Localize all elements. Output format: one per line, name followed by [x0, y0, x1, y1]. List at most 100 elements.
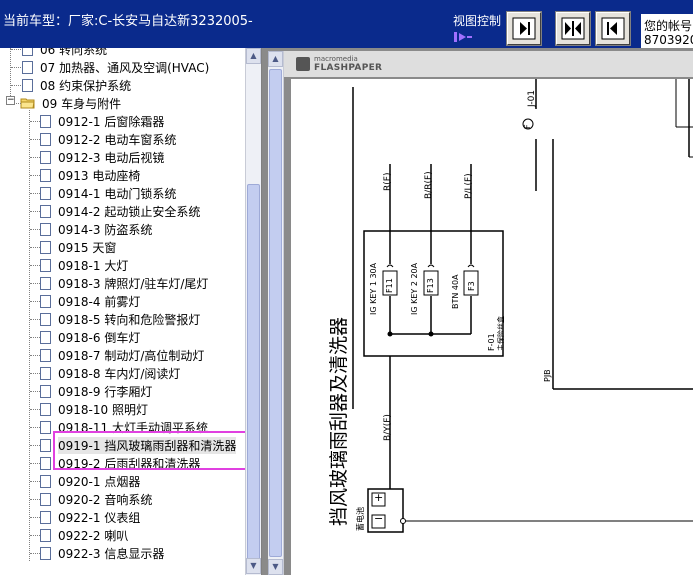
tree-item-label: 0918-10 照明灯	[58, 402, 148, 417]
tree-guide-line	[30, 553, 40, 554]
tree-guide-line	[30, 283, 40, 284]
wire-label-pl: P/L(F)	[464, 173, 474, 199]
split-arrows-icon	[561, 17, 585, 40]
document-icon	[40, 312, 51, 326]
tree-document-item[interactable]: 07 加热器、通风及空调(HVAC)	[22, 58, 209, 76]
tree-document-item[interactable]: 0918-8 车内灯/阅读灯	[40, 364, 180, 382]
tree-scrollbar[interactable]: ▲ ▼	[245, 48, 261, 575]
pjb-label: PJB	[543, 369, 552, 382]
tree-folder-item[interactable]: 09 车身与附件	[20, 94, 121, 112]
document-icon	[22, 78, 33, 92]
tree-item-label: 0912-1 后窗除霜器	[58, 114, 165, 129]
tree-item-label: 0918-3 牌照灯/驻车灯/尾灯	[58, 276, 209, 291]
connector-label: J-01	[527, 89, 537, 107]
view-control-icon	[454, 32, 472, 42]
view-right-button[interactable]	[506, 11, 542, 46]
tree-item-label: 08 约束保护系统	[40, 78, 132, 93]
scroll-down-arrow-icon[interactable]: ▼	[268, 559, 283, 575]
fuse-box-name: 主保险丝盒	[497, 316, 505, 351]
highlight-box	[53, 431, 252, 470]
tree-document-item[interactable]: 0920-1 点烟器	[40, 472, 140, 490]
tree-item-label: 07 加热器、通风及空调(HVAC)	[40, 60, 210, 75]
tree-document-item[interactable]: 0914-1 电动门锁系统	[40, 184, 176, 202]
tree-document-item[interactable]: 0918-4 前雾灯	[40, 292, 140, 310]
tree-guide-line	[30, 193, 40, 194]
arrow-left-bar-icon	[601, 17, 625, 40]
scroll-down-arrow-icon[interactable]: ▼	[246, 558, 261, 574]
tree-document-item[interactable]: 0914-3 防盗系统	[40, 220, 152, 238]
ground-circle-label: F	[523, 124, 532, 129]
tree-document-item[interactable]: 0920-2 音响系统	[40, 490, 152, 508]
tree-item-label: 0912-3 电动后视镜	[58, 150, 165, 165]
tree-document-item[interactable]: 0912-3 电动后视镜	[40, 148, 164, 166]
tree-document-item[interactable]: 0918-7 制动灯/高位制动灯	[40, 346, 204, 364]
tree-document-item[interactable]: 0918-9 行李厢灯	[40, 382, 152, 400]
document-icon	[40, 510, 51, 524]
tree-item-label: 0922-2 喇叭	[58, 528, 129, 543]
tree-document-item[interactable]: 0918-6 倒车灯	[40, 328, 140, 346]
tree-document-item[interactable]: 0922-3 信息显示器	[40, 544, 164, 562]
document-icon	[40, 456, 51, 470]
tree-document-item[interactable]: 0918-10 照明灯	[40, 400, 148, 418]
collapse-toggle[interactable]: −	[6, 96, 15, 105]
tree-guide-line	[30, 463, 40, 464]
view-left-button[interactable]	[595, 11, 631, 46]
user-account-label: 您的帐号	[644, 19, 693, 33]
tree-document-item[interactable]: 0918-5 转向和危险警报灯	[40, 310, 200, 328]
tree-guide-line	[30, 157, 40, 158]
tree-document-item[interactable]: 08 约束保护系统	[22, 76, 131, 94]
tree-document-item[interactable]: 0913 电动座椅	[40, 166, 140, 184]
scroll-up-arrow-icon[interactable]: ▲	[246, 48, 261, 64]
tree-document-item[interactable]: 0914-2 起动锁止安全系统	[40, 202, 200, 220]
scroll-up-arrow-icon[interactable]: ▲	[268, 51, 283, 67]
arrow-right-bar-icon	[512, 17, 536, 40]
fuse-label-f11: IG KEY 1 30A	[369, 262, 378, 315]
tree-guide-line	[30, 535, 40, 536]
tree-document-item[interactable]: 0922-1 仪表组	[40, 508, 140, 526]
tree-document-item[interactable]: 0918-3 牌照灯/驻车灯/尾灯	[40, 274, 208, 292]
document-icon	[40, 384, 51, 398]
document-icon	[40, 348, 51, 362]
tree-guide-line	[30, 409, 40, 410]
document-icon	[40, 168, 51, 182]
tree-document-item[interactable]: 0915 天窗	[40, 238, 116, 256]
tree-item-label: 0922-1 仪表组	[58, 510, 141, 525]
current-model-label: 当前车型：厂家:C-长安马自达新3232005-	[3, 14, 253, 29]
tree-document-item[interactable]: 0922-2 喇叭	[40, 526, 128, 544]
flashpaper-logo: macromedia FLASHPAPER	[296, 55, 382, 73]
tree-item-label: 06 转向系统	[40, 48, 108, 57]
tree-guide-line	[30, 499, 40, 500]
document-icon	[40, 276, 51, 290]
document-icon	[40, 294, 51, 308]
tree-guide-line	[11, 49, 21, 50]
tree-item-label: 0915 天窗	[58, 240, 117, 255]
document-icon	[40, 330, 51, 344]
folder-open-icon	[20, 97, 36, 109]
fuse-id-f3: F3	[467, 281, 476, 291]
terminal-circle	[400, 518, 406, 524]
tree-guide-line	[30, 355, 40, 356]
scroll-thumb[interactable]	[247, 184, 260, 560]
tree-document-item[interactable]: 0912-1 后窗除霜器	[40, 112, 164, 130]
diagram-title: 挡风玻璃雨刮器及清洗器	[328, 316, 350, 526]
scroll-thumb[interactable]	[269, 69, 282, 557]
fuse-box-id: F-01	[487, 333, 496, 351]
tree-document-item[interactable]: 06 转向系统	[22, 48, 107, 58]
fuse-id-f11: F11	[385, 278, 394, 293]
document-icon	[40, 258, 51, 272]
tree-item-label: 0913 电动座椅	[58, 168, 141, 183]
tree-item-label: 0922-3 信息显示器	[58, 546, 165, 561]
tree-guide-line	[30, 139, 40, 140]
tree-document-item[interactable]: 0918-1 大灯	[40, 256, 128, 274]
document-icon	[40, 114, 51, 128]
fuse-label-f13: IG KEY 2 20A	[410, 262, 419, 315]
fuse-label-f3: BTN 40A	[451, 274, 460, 309]
tree-document-item[interactable]: 0912-2 电动车窗系统	[40, 130, 176, 148]
tree-item-label: 0918-8 车内灯/阅读灯	[58, 366, 181, 381]
fuse-symbol	[386, 264, 475, 268]
tree-guide-line	[30, 265, 40, 266]
user-account-box: 您的帐号 87039201	[641, 14, 693, 48]
viewer-scrollbar[interactable]: ▲ ▼	[268, 51, 284, 575]
view-split-button[interactable]	[555, 11, 591, 46]
tree-guide-line	[30, 121, 40, 122]
